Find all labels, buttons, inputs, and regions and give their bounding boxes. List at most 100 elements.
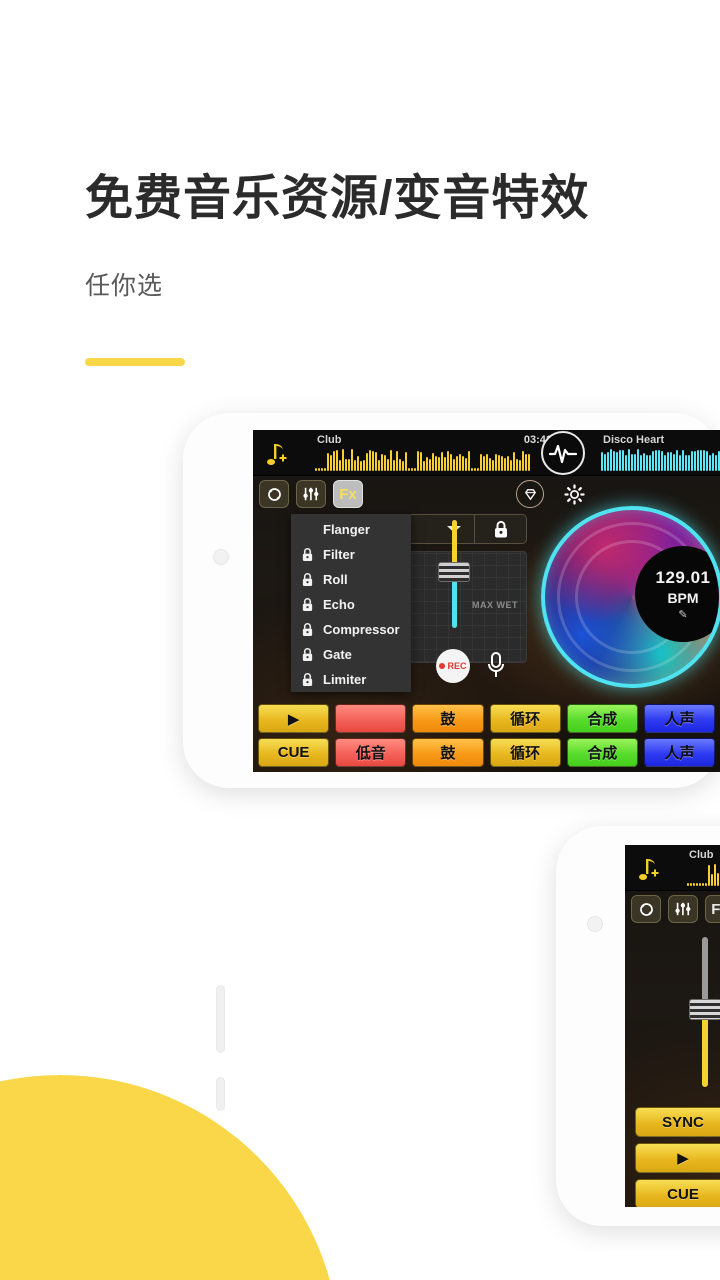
- jog-wheel[interactable]: 129.01 BPM ✎: [541, 506, 720, 688]
- fx-menu-item[interactable]: Gate: [291, 642, 411, 667]
- fx-lock-button[interactable]: [474, 515, 526, 543]
- transport-button[interactable]: ▶: [635, 1143, 720, 1173]
- pad-row: CUE 低音鼓循环 合成 人声: [258, 738, 716, 767]
- top-right-actions: [516, 480, 588, 508]
- pad-button[interactable]: ▶: [258, 704, 330, 733]
- lock-icon: [494, 520, 507, 537]
- bpm-unit-label: BPM: [667, 589, 699, 606]
- deck-left-waveform[interactable]: [315, 449, 530, 471]
- front-camera-dot: [587, 916, 603, 932]
- accent-divider: [85, 357, 185, 366]
- eq-sliders-icon: [303, 487, 319, 501]
- fx-button-label-2: Fx: [711, 900, 720, 918]
- fx-menu-item[interactable]: Limiter: [291, 667, 411, 692]
- lock-icon: [302, 548, 313, 561]
- dj-app-screen: Club 03:41 Disco Heart Fx MAX WET Flange…: [253, 430, 720, 772]
- pad-button[interactable]: [335, 704, 407, 733]
- loop-icon: [267, 487, 281, 501]
- fader-track-lower: [452, 576, 457, 628]
- crossfader-2[interactable]: [689, 937, 720, 1087]
- decorative-corner-circle: [0, 1075, 340, 1280]
- fx-effects-menu[interactable]: Flanger Filter Roll Echo Compressor Gate…: [291, 514, 411, 692]
- fx-menu-item-label: Gate: [323, 647, 352, 662]
- fx-menu-item[interactable]: Flanger: [291, 517, 411, 542]
- record-label: REC: [447, 661, 467, 671]
- music-note-plus-icon[interactable]: [633, 855, 661, 883]
- pad-button[interactable]: 鼓: [412, 704, 484, 733]
- front-camera-dot: [213, 549, 229, 565]
- pad-button[interactable]: 合成: [566, 704, 638, 733]
- fx-menu-item-label: Flanger: [323, 522, 370, 537]
- promo-text-block: 免费音乐资源/变音特效 任你选: [85, 170, 589, 366]
- transport-button[interactable]: SYNC: [635, 1107, 720, 1137]
- fader-track-lower: [702, 1017, 708, 1087]
- deck-track-title-2: Club: [689, 849, 714, 861]
- fx-button[interactable]: Fx: [705, 895, 720, 923]
- lock-icon: [302, 573, 313, 586]
- deck-right-waveform[interactable]: [601, 449, 720, 471]
- eq-button[interactable]: [668, 895, 698, 923]
- bpm-display[interactable]: 129.01 BPM ✎: [635, 546, 719, 642]
- fader-knob[interactable]: [438, 562, 470, 582]
- phone-mockup-secondary: Club F SYNC ▶ CUE: [556, 826, 720, 1226]
- dj-app-screen-2: Club F SYNC ▶ CUE: [625, 845, 720, 1207]
- pad-row: ▶ 鼓循环 合成 人声: [258, 704, 716, 733]
- pad-button[interactable]: CUE: [258, 738, 330, 767]
- waveform-bar-2: Club: [625, 845, 720, 891]
- bpm-value: 129.01: [655, 567, 711, 587]
- transport-buttons-2: SYNC ▶ CUE: [635, 1107, 720, 1207]
- phone-screen-primary: Club 03:41 Disco Heart Fx MAX WET Flange…: [253, 430, 720, 772]
- fx-button-label: Fx: [339, 485, 357, 503]
- pad-button[interactable]: 合成: [566, 738, 638, 767]
- fx-menu-item-label: Roll: [323, 572, 348, 587]
- page-title: 免费音乐资源/变音特效: [85, 172, 590, 225]
- deck-toolbar-2: Fx: [631, 895, 720, 923]
- phone-mockup-primary: Club 03:41 Disco Heart Fx MAX WET Flange…: [183, 413, 720, 1111]
- loop-icon: [639, 902, 653, 916]
- pad-button[interactable]: 人声: [643, 704, 716, 733]
- deck-waveform-2[interactable]: [687, 864, 720, 886]
- fx-menu-item-label: Filter: [323, 547, 355, 562]
- fx-menu-item[interactable]: Compressor: [291, 617, 411, 642]
- crossfader[interactable]: [438, 520, 470, 628]
- eq-sliders-icon: [675, 902, 691, 916]
- fx-menu-item[interactable]: Filter: [291, 542, 411, 567]
- lock-icon: [302, 648, 313, 661]
- fx-menu-item[interactable]: Echo: [291, 592, 411, 617]
- volume-down-button[interactable]: [216, 1077, 225, 1111]
- pad-button[interactable]: 鼓: [412, 738, 484, 767]
- fader-track-upper: [702, 937, 708, 1005]
- xy-label-max-wet: MAX WET: [472, 600, 518, 610]
- deck-right-track-title: Disco Heart: [603, 434, 665, 446]
- pad-grid: ▶ 鼓循环 合成 人声 CUE 低音鼓循环 合成 人声: [253, 695, 720, 772]
- fx-menu-item-label: Limiter: [323, 672, 367, 687]
- record-button[interactable]: REC: [436, 649, 470, 683]
- record-dot-icon: [439, 663, 446, 669]
- fx-button[interactable]: Fx: [333, 480, 363, 508]
- music-note-plus-icon[interactable]: [261, 440, 289, 468]
- lock-icon: [302, 623, 313, 636]
- pad-button[interactable]: 人声: [643, 738, 716, 767]
- lock-icon: [302, 673, 313, 686]
- fx-menu-item-label: Echo: [323, 597, 355, 612]
- volume-up-button[interactable]: [216, 985, 225, 1053]
- transport-button[interactable]: CUE: [635, 1179, 720, 1207]
- diamond-icon[interactable]: [516, 480, 544, 508]
- loop-button[interactable]: [631, 895, 661, 923]
- waveform-bar: Club 03:41 Disco Heart: [253, 430, 720, 476]
- lock-icon: [302, 598, 313, 611]
- deck-left-track-title: Club: [317, 434, 342, 446]
- pad-button[interactable]: 循环: [489, 738, 561, 767]
- page-subtitle: 任你选: [85, 271, 164, 300]
- waveform-scope-icon[interactable]: [541, 431, 585, 475]
- eq-button[interactable]: [296, 480, 326, 508]
- fader-knob[interactable]: [689, 999, 720, 1020]
- loop-button[interactable]: [259, 480, 289, 508]
- fx-menu-item-label: Compressor: [323, 622, 400, 637]
- pencil-edit-icon[interactable]: ✎: [678, 608, 687, 621]
- gear-icon[interactable]: [560, 480, 588, 508]
- pad-button[interactable]: 低音: [335, 738, 407, 767]
- pad-button[interactable]: 循环: [489, 704, 561, 733]
- microphone-icon[interactable]: [485, 650, 507, 682]
- fx-menu-item[interactable]: Roll: [291, 567, 411, 592]
